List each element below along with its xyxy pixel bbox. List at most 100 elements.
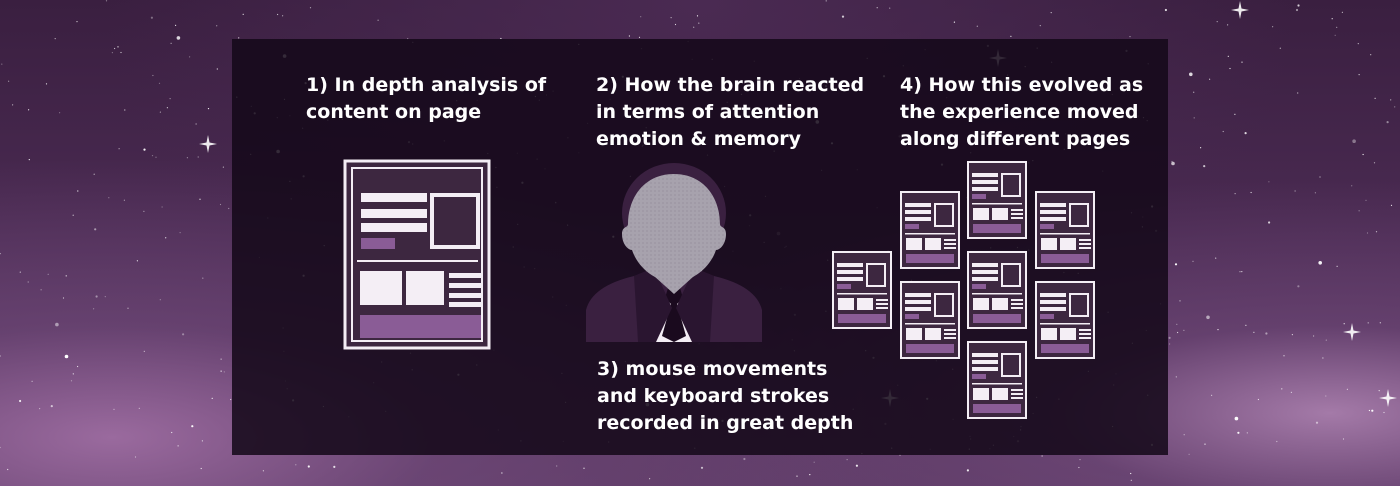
star bbox=[77, 190, 79, 192]
star bbox=[282, 15, 284, 17]
step-4-line-1: 4) How this evolved as bbox=[900, 74, 1144, 96]
star bbox=[143, 350, 145, 352]
star bbox=[189, 56, 191, 58]
star bbox=[161, 206, 163, 208]
star bbox=[27, 281, 29, 283]
star bbox=[95, 295, 98, 298]
star bbox=[1373, 162, 1376, 164]
star bbox=[1297, 92, 1299, 94]
star bbox=[1250, 191, 1252, 194]
star bbox=[743, 457, 746, 461]
star bbox=[138, 407, 140, 409]
star bbox=[72, 214, 74, 216]
star bbox=[1227, 24, 1229, 26]
star bbox=[1179, 300, 1181, 302]
star bbox=[1168, 336, 1171, 339]
star bbox=[501, 472, 503, 474]
sparkle-star bbox=[1379, 389, 1397, 407]
star bbox=[1268, 181, 1270, 183]
mini-page-icon bbox=[832, 251, 892, 329]
star bbox=[307, 465, 310, 468]
star bbox=[1352, 139, 1356, 143]
star bbox=[700, 466, 704, 469]
star bbox=[649, 478, 651, 480]
star bbox=[333, 465, 336, 468]
star bbox=[556, 465, 558, 467]
star bbox=[105, 0, 108, 2]
star bbox=[136, 260, 138, 262]
star bbox=[262, 470, 264, 472]
star bbox=[207, 108, 210, 110]
star bbox=[1325, 395, 1327, 397]
star bbox=[1390, 99, 1392, 101]
star bbox=[50, 405, 53, 408]
star bbox=[1164, 8, 1167, 12]
star bbox=[693, 26, 695, 28]
step-3-caption: 3) mouse movements and keyboard strokes … bbox=[597, 356, 853, 437]
star bbox=[377, 19, 379, 21]
star bbox=[175, 24, 177, 26]
star bbox=[223, 371, 225, 373]
star bbox=[640, 16, 642, 18]
star bbox=[1374, 97, 1376, 99]
star bbox=[191, 425, 194, 428]
star bbox=[158, 82, 161, 84]
star bbox=[309, 7, 312, 9]
star bbox=[186, 157, 188, 159]
star bbox=[825, 0, 827, 2]
star bbox=[12, 104, 14, 106]
star bbox=[200, 467, 202, 470]
star bbox=[796, 475, 798, 477]
star bbox=[1050, 12, 1052, 14]
star bbox=[127, 307, 129, 309]
mini-page-icon bbox=[900, 191, 960, 269]
star bbox=[1283, 355, 1285, 357]
star bbox=[1239, 271, 1241, 273]
star bbox=[813, 461, 815, 463]
star bbox=[1215, 257, 1217, 259]
star bbox=[583, 467, 585, 469]
star bbox=[28, 159, 30, 161]
star bbox=[143, 148, 146, 151]
star bbox=[0, 446, 1, 449]
star bbox=[62, 297, 65, 299]
star bbox=[222, 166, 224, 168]
star bbox=[277, 13, 279, 16]
star bbox=[1216, 21, 1218, 23]
star bbox=[169, 98, 171, 100]
star bbox=[674, 23, 677, 26]
mini-page bbox=[1035, 191, 1095, 269]
star bbox=[72, 373, 74, 375]
star bbox=[176, 36, 181, 40]
star bbox=[1222, 130, 1224, 133]
star bbox=[1394, 106, 1396, 108]
star bbox=[1365, 199, 1367, 201]
star bbox=[19, 399, 22, 403]
star bbox=[1193, 91, 1195, 93]
step-3-line-2: and keyboard strokes bbox=[597, 385, 830, 407]
star bbox=[1313, 335, 1315, 337]
star bbox=[216, 68, 218, 70]
star bbox=[197, 156, 199, 158]
star bbox=[1386, 121, 1389, 124]
star bbox=[1357, 43, 1359, 45]
star bbox=[1370, 54, 1372, 56]
star bbox=[1229, 67, 1231, 70]
star bbox=[159, 299, 161, 301]
sparkle-star bbox=[1343, 323, 1361, 341]
star bbox=[1, 63, 3, 65]
star bbox=[219, 203, 222, 206]
star bbox=[670, 17, 672, 19]
star bbox=[1130, 472, 1132, 475]
star bbox=[124, 109, 126, 111]
star bbox=[1366, 232, 1369, 234]
star bbox=[1234, 193, 1236, 195]
star bbox=[628, 35, 631, 37]
star bbox=[104, 296, 106, 298]
star bbox=[45, 83, 48, 85]
star bbox=[111, 52, 113, 54]
star bbox=[59, 112, 61, 114]
mini-page-icon bbox=[900, 281, 960, 359]
star bbox=[1189, 72, 1193, 77]
star bbox=[889, 7, 891, 9]
